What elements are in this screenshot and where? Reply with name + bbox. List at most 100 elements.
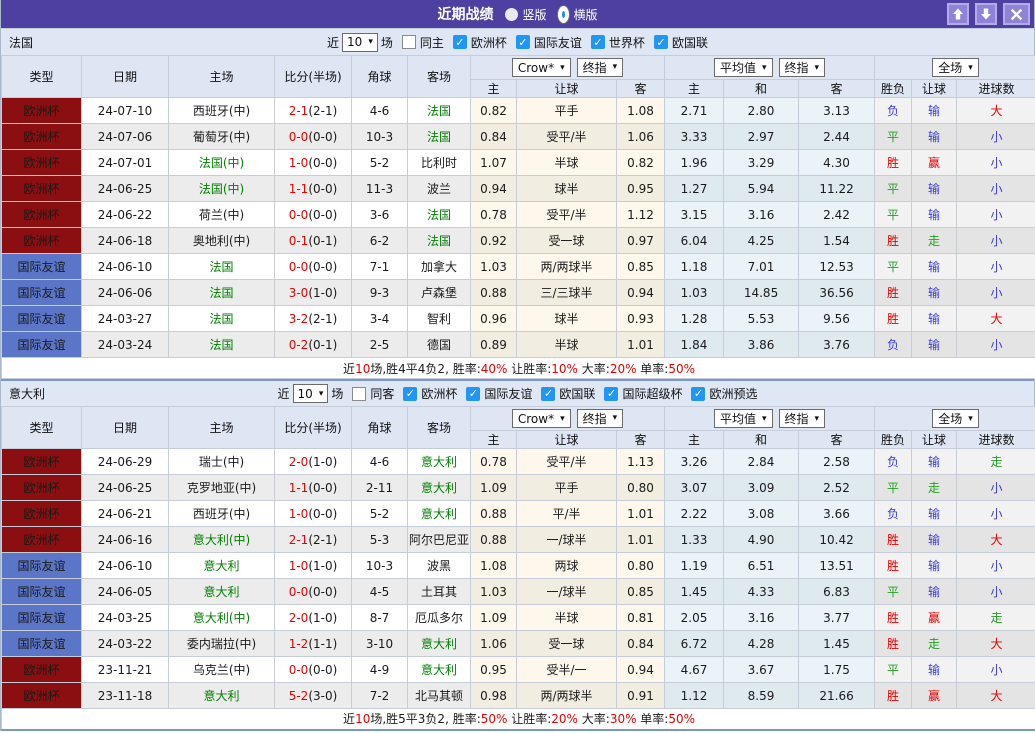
home-team: 法国 (169, 332, 275, 358)
column-header: 客场 (408, 56, 471, 98)
competition-checkbox[interactable]: ✓ (516, 35, 530, 49)
crow-odds-cell: 球半 (517, 176, 617, 202)
competition-checkbox[interactable]: ✓ (541, 387, 555, 401)
competition-checkbox[interactable]: ✓ (691, 387, 705, 401)
same-venue-checkbox[interactable] (402, 35, 416, 49)
competition-checkbox[interactable]: ✓ (654, 35, 668, 49)
crow-odds-cell: 1.01 (617, 332, 665, 358)
match-count-select[interactable]: 10▾ (342, 33, 378, 52)
match-type-cell: 欧洲杯 (2, 150, 82, 176)
avg-odds-cell: 4.90 (724, 527, 799, 553)
summary-text: 近10场,胜4平4负2, 胜率:40% 让胜率:10% 大率:20% 单率:50… (2, 358, 1035, 379)
summary-value: 50% (481, 712, 508, 726)
result-goals: 小 (957, 124, 1035, 150)
score-cell: 0-2(0-1) (275, 332, 352, 358)
team-name: 意大利 (9, 385, 45, 402)
corner-count: 3-10 (352, 631, 408, 657)
score-cell: 3-2(2-1) (275, 306, 352, 332)
competition-checkbox[interactable]: ✓ (453, 35, 467, 49)
radio-label: 横版 (574, 6, 598, 23)
avg-stage-select[interactable]: 终指▾ (779, 409, 826, 428)
avg-odds-cell: 2.97 (724, 124, 799, 150)
competition-checkbox[interactable]: ✓ (403, 387, 417, 401)
avg-odds-cell: 3.08 (724, 501, 799, 527)
match-date: 24-06-06 (82, 280, 169, 306)
results-table: 类型日期主场比分(半场)角球客场Crow*▾终指▾平均值▾终指▾全场▾主让球客主… (1, 406, 1035, 731)
crow-odds-cell: 0.84 (471, 124, 517, 150)
window-title: 近期战绩 (437, 4, 493, 24)
result-handicap: 输 (912, 527, 957, 553)
competition-checkbox[interactable]: ✓ (604, 387, 618, 401)
competition-checkbox[interactable]: ✓ (466, 387, 480, 401)
match-type-cell: 国际友谊 (2, 553, 82, 579)
avg-source-select[interactable]: 平均值▾ (714, 409, 773, 428)
score-cell: 2-0(1-0) (275, 449, 352, 475)
match-date: 24-06-18 (82, 228, 169, 254)
halftime-score: (2-1) (308, 312, 337, 326)
away-team: 波兰 (408, 176, 471, 202)
result-winlose: 胜 (875, 527, 912, 553)
same-venue-checkbox[interactable] (352, 387, 366, 401)
crow-odds-cell: 0.92 (471, 228, 517, 254)
home-team: 西班牙(中) (169, 98, 275, 124)
halftime-score: (0-0) (308, 182, 337, 196)
column-header: 和 (724, 431, 799, 449)
summary-text: 近10场,胜5平3负2, 胜率:50% 让胜率:20% 大率:30% 单率:50… (2, 709, 1035, 730)
result-handicap: 走 (912, 228, 957, 254)
header-row-selects: 类型日期主场比分(半场)角球客场Crow*▾终指▾平均值▾终指▾全场▾ (2, 407, 1035, 431)
select-value: 终指 (583, 59, 607, 76)
close-button[interactable] (1003, 3, 1030, 25)
avg-source-select[interactable]: 平均值▾ (714, 58, 773, 77)
avg-odds-cell: 2.80 (724, 98, 799, 124)
odds-source-select[interactable]: Crow*▾ (512, 58, 571, 77)
layout-radio-option[interactable]: 竖版 (505, 6, 546, 23)
check-icon: ✓ (694, 387, 703, 400)
fulltime-score: 1-0 (289, 156, 309, 170)
corner-count: 7-1 (352, 254, 408, 280)
summary-value: 20% (610, 362, 637, 376)
filter-bar: 近10▾场同客✓欧洲杯✓国际友谊✓欧国联✓国际超级杯✓欧洲预选 (278, 384, 758, 403)
result-handicap: 输 (912, 176, 957, 202)
match-date: 24-06-21 (82, 501, 169, 527)
away-team: 法国 (408, 228, 471, 254)
match-date: 24-06-05 (82, 579, 169, 605)
odds-source-select[interactable]: Crow*▾ (512, 409, 571, 428)
match-date: 24-03-22 (82, 631, 169, 657)
fulltime-score: 0-0 (289, 260, 309, 274)
halftime-score: (1-1) (308, 637, 337, 651)
crow-odds-cell: 一/球半 (517, 527, 617, 553)
halftime-score: (0-0) (308, 130, 337, 144)
corner-count: 7-2 (352, 683, 408, 709)
matches-label: 场 (331, 385, 343, 402)
move-down-button[interactable] (975, 3, 997, 25)
avg-odds-cell: 1.75 (799, 657, 875, 683)
column-header: 胜负 (875, 80, 912, 98)
avg-stage-select[interactable]: 终指▾ (779, 58, 826, 77)
result-handicap: 走 (912, 475, 957, 501)
home-team: 乌克兰(中) (169, 657, 275, 683)
competition-checkbox[interactable]: ✓ (591, 35, 605, 49)
sections-container: 法国近10▾场同主✓欧洲杯✓国际友谊✓世界杯✓欧国联类型日期主场比分(半场)角球… (1, 28, 1034, 731)
avg-odds-cell: 6.51 (724, 553, 799, 579)
avg-odds-cell: 6.04 (665, 228, 724, 254)
avg-odds-cell: 1.84 (665, 332, 724, 358)
halftime-score: (0-0) (308, 260, 337, 274)
match-date: 24-07-10 (82, 98, 169, 124)
odds-stage-select[interactable]: 终指▾ (577, 409, 624, 428)
corner-count: 2-5 (352, 332, 408, 358)
move-up-button[interactable] (947, 3, 969, 25)
odds-stage-select[interactable]: 终指▾ (577, 58, 624, 77)
match-row: 国际友谊24-03-25意大利(中)2-0(1-0)8-7厄瓜多尔1.09半球0… (2, 605, 1035, 631)
fulltime-scope-select[interactable]: 全场▾ (932, 58, 979, 77)
layout-radio-option[interactable]: 横版 (557, 5, 598, 24)
match-count-select[interactable]: 10▾ (293, 384, 329, 403)
avg-odds-cell: 4.28 (724, 631, 799, 657)
fulltime-scope-select[interactable]: 全场▾ (932, 409, 979, 428)
avg-odds-cell: 21.66 (799, 683, 875, 709)
column-header: 客 (617, 431, 665, 449)
summary-label: 近 (343, 712, 355, 726)
column-header: 让球 (517, 431, 617, 449)
select-value: Crow* (518, 61, 554, 75)
away-team: 北马其顿 (408, 683, 471, 709)
score-cell: 0-1(0-1) (275, 228, 352, 254)
